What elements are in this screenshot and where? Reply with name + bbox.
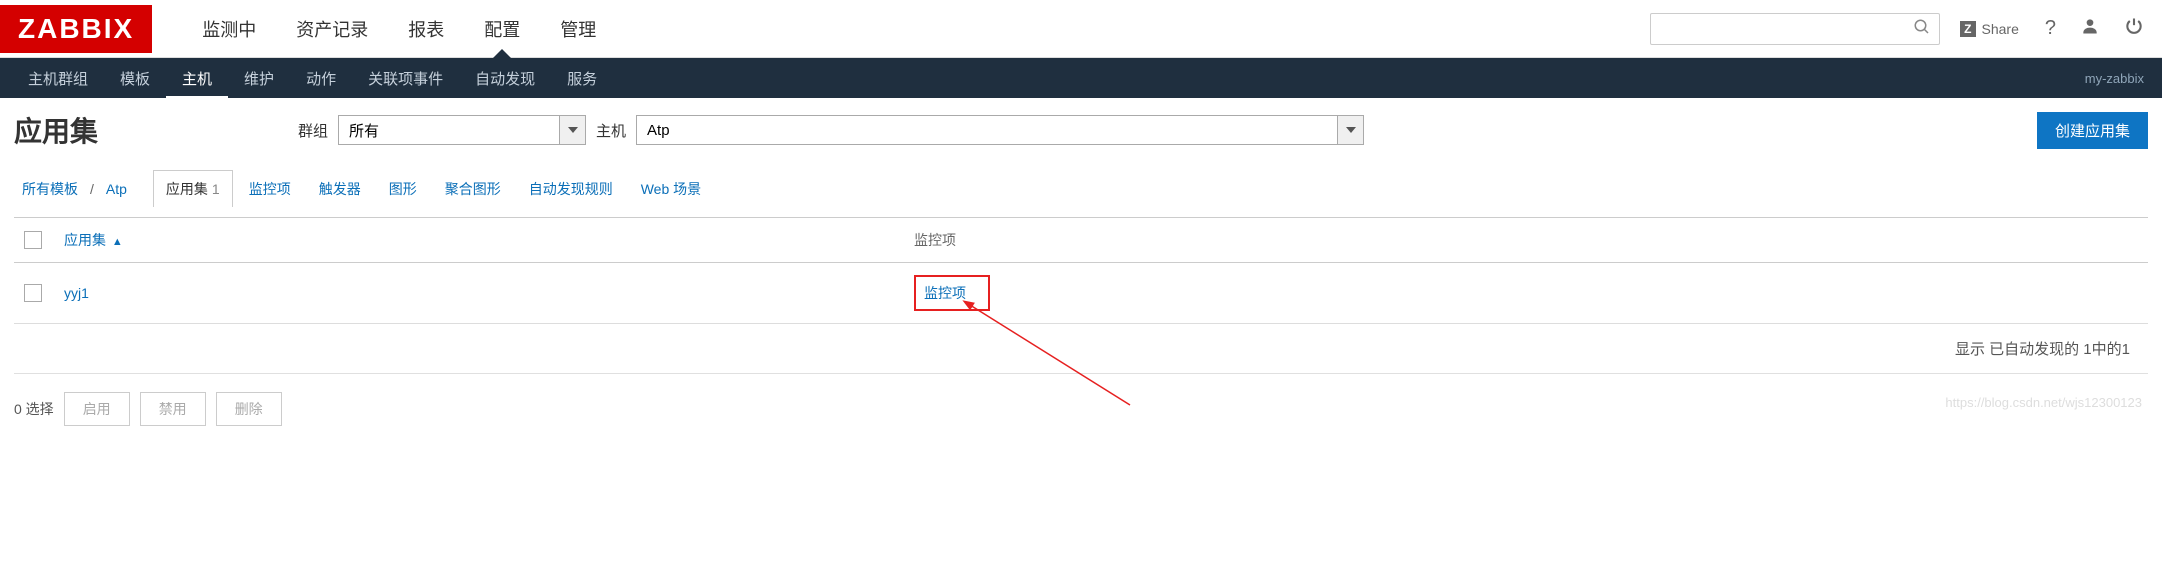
table-footer: 显示 已自动发现的 1中的1 bbox=[14, 324, 2148, 374]
nav-inventory[interactable]: 资产记录 bbox=[276, 0, 388, 58]
group-select-dropdown-icon[interactable] bbox=[559, 116, 585, 144]
bulk-enable-button[interactable]: 启用 bbox=[64, 392, 130, 426]
bulk-disable-button[interactable]: 禁用 bbox=[140, 392, 206, 426]
main-nav: 监测中 资产记录 报表 配置 管理 bbox=[182, 0, 1650, 58]
tab-graphs[interactable]: 图形 bbox=[377, 171, 429, 207]
nav-reports[interactable]: 报表 bbox=[388, 0, 464, 58]
user-icon[interactable] bbox=[2074, 10, 2106, 48]
tab-label: 应用集 bbox=[166, 181, 208, 197]
group-filter-label: 群组 bbox=[298, 120, 328, 141]
group-select bbox=[338, 115, 586, 145]
application-name-link[interactable]: yyj1 bbox=[64, 285, 89, 301]
logo[interactable]: ZABBIX bbox=[0, 5, 152, 53]
items-link[interactable]: 监控项 bbox=[924, 285, 966, 301]
share-button[interactable]: Z Share bbox=[1952, 17, 2027, 41]
nav-monitoring[interactable]: 监测中 bbox=[182, 0, 276, 58]
items-highlight: 监控项 bbox=[914, 275, 990, 311]
page-title: 应用集 bbox=[14, 110, 98, 150]
subnav-hosts[interactable]: 主机 bbox=[166, 58, 228, 99]
host-select-input[interactable] bbox=[637, 116, 1337, 144]
subnav-templates[interactable]: 模板 bbox=[104, 58, 166, 99]
bulk-delete-button[interactable]: 删除 bbox=[216, 392, 282, 426]
select-all-checkbox[interactable] bbox=[24, 231, 42, 249]
subnav-hostgroups[interactable]: 主机群组 bbox=[12, 58, 104, 99]
subnav-discovery[interactable]: 自动发现 bbox=[459, 58, 551, 99]
tab-web-scenarios[interactable]: Web 场景 bbox=[629, 171, 713, 207]
breadcrumb-separator: / bbox=[90, 181, 94, 197]
tab-triggers[interactable]: 触发器 bbox=[307, 171, 373, 207]
subnav-actions[interactable]: 动作 bbox=[290, 58, 352, 99]
tab-discovery-rules[interactable]: 自动发现规则 bbox=[517, 171, 625, 207]
watermark: https://blog.csdn.net/wjs12300123 bbox=[1945, 395, 2142, 410]
search-icon[interactable] bbox=[1913, 18, 1931, 39]
table-row: yyj1 监控项 bbox=[14, 263, 2148, 324]
create-application-button[interactable]: 创建应用集 bbox=[2037, 112, 2148, 149]
tab-applications[interactable]: 应用集1 bbox=[153, 170, 233, 207]
tab-screens[interactable]: 聚合图形 bbox=[433, 171, 513, 207]
server-name: my-zabbix bbox=[2085, 71, 2150, 86]
share-label: Share bbox=[1982, 21, 2019, 37]
nav-configuration[interactable]: 配置 bbox=[464, 0, 540, 58]
subnav-services[interactable]: 服务 bbox=[551, 58, 613, 99]
header-name-label: 应用集 bbox=[64, 232, 106, 248]
host-select bbox=[636, 115, 1364, 145]
nav-admin[interactable]: 管理 bbox=[540, 0, 616, 58]
subnav-correlation[interactable]: 关联项事件 bbox=[352, 58, 459, 99]
breadcrumb-host[interactable]: Atp bbox=[98, 175, 135, 203]
host-filter-label: 主机 bbox=[596, 120, 626, 141]
applications-table: 应用集 ▲ 监控项 yyj1 监控项 bbox=[14, 217, 2148, 324]
help-icon[interactable]: ? bbox=[2039, 11, 2062, 46]
selected-count: 0 选择 bbox=[14, 399, 54, 419]
tab-items[interactable]: 监控项 bbox=[237, 171, 303, 207]
row-checkbox[interactable] bbox=[24, 284, 42, 302]
power-icon[interactable] bbox=[2118, 10, 2150, 48]
subnav-maintenance[interactable]: 维护 bbox=[228, 58, 290, 99]
tab-count: 1 bbox=[212, 181, 220, 197]
host-select-dropdown-icon[interactable] bbox=[1337, 116, 1363, 144]
share-badge-icon: Z bbox=[1960, 21, 1975, 37]
header-items: 监控项 bbox=[904, 218, 2148, 263]
search-input[interactable] bbox=[1659, 21, 1913, 37]
sort-by-name[interactable]: 应用集 ▲ bbox=[64, 232, 123, 248]
search-box bbox=[1650, 13, 1940, 45]
group-select-input[interactable] bbox=[339, 116, 559, 144]
sort-asc-icon: ▲ bbox=[112, 236, 123, 248]
breadcrumb-all-templates[interactable]: 所有模板 bbox=[14, 173, 86, 205]
